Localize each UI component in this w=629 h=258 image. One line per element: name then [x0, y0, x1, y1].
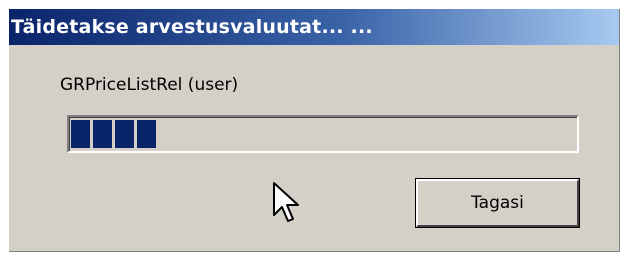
arrow-pointer-icon: [273, 182, 299, 222]
task-label: GRPriceListRel (user): [60, 75, 239, 95]
progress-block: [71, 120, 90, 148]
title-bar[interactable]: Täidetakse arvestusvaluutat... ...: [9, 9, 619, 45]
progress-bar: [67, 115, 579, 153]
progress-block: [93, 120, 112, 148]
progress-block: [115, 120, 134, 148]
progress-block: [137, 120, 156, 148]
cancel-button[interactable]: Tagasi: [415, 178, 580, 228]
cancel-button-label: Tagasi: [471, 193, 524, 213]
progress-dialog: Täidetakse arvestusvaluutat... ... GRPri…: [9, 9, 620, 252]
dialog-title: Täidetakse arvestusvaluutat... ...: [11, 16, 373, 38]
progress-fill: [71, 120, 156, 148]
